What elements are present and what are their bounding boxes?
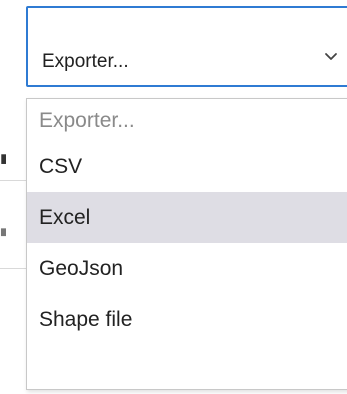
background-divider [0,180,26,181]
option-exporter-placeholder[interactable]: Exporter... [27,99,347,141]
background-text-fragment: ■ [0,224,6,241]
background-divider [0,268,26,269]
option-shape-file[interactable]: Shape file [27,294,347,345]
export-menu-area: ■ ■ Exporter... Exporter... CSV Excel Ge… [0,0,347,394]
export-select-value: Exporter... [42,51,129,72]
option-csv[interactable]: CSV [27,141,347,192]
chevron-down-icon [325,53,337,60]
option-excel[interactable]: Excel [27,192,347,243]
background-text-fragment: ■ [0,148,6,171]
option-geojson[interactable]: GeoJson [27,243,347,294]
export-select[interactable]: Exporter... [26,6,347,87]
export-options-list: Exporter... CSV Excel GeoJson Shape file [26,98,347,390]
